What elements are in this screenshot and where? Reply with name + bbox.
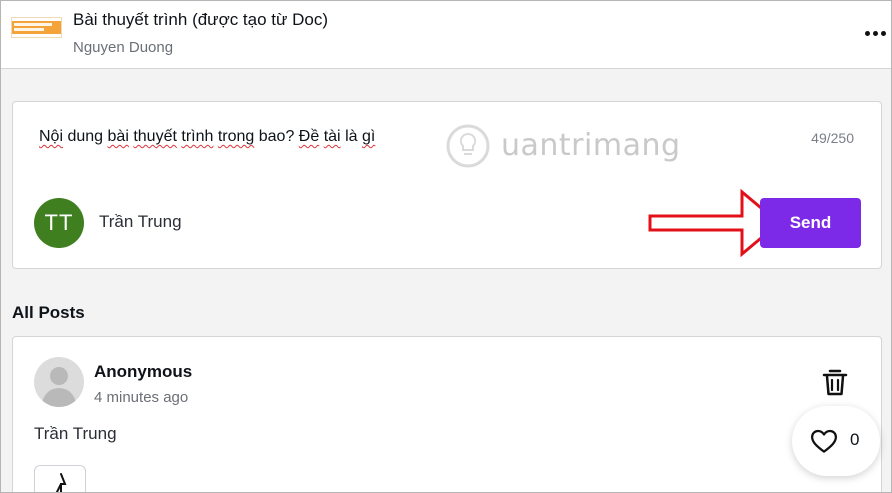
anonymous-avatar-icon [34,357,84,407]
avatar-body [42,388,76,407]
more-horizontal-icon [864,30,870,36]
comment-word: bài [107,128,129,145]
like-count: 0 [850,430,860,449]
post-author: Anonymous [94,362,193,381]
more-horizontal-icon [872,30,878,36]
comment-word: trình [181,128,214,145]
more-horizontal-icon [880,30,886,36]
thumbnail-line [14,23,52,26]
user-name: Trần Trung [99,212,182,231]
trash-icon[interactable] [821,367,849,397]
comment-word: dung [67,128,104,145]
post-card: Anonymous 4 minutes ago Trần Trung [12,336,882,492]
comment-word: Đề [298,128,320,145]
reaction-icon [55,473,67,492]
comment-word: gì [361,128,376,145]
heart-icon [811,429,837,453]
comment-composer: Nội dung bài thuyết trình trong bao? Đề … [12,101,882,269]
all-posts-heading: All Posts [12,303,85,322]
header: Bài thuyết trình (được tạo từ Doc) Nguye… [1,1,891,69]
add-reaction-button[interactable] [34,465,86,492]
comment-word: tài [323,128,341,145]
owner-name: Nguyen Duong [73,39,174,56]
watermark-text: uantrimang [501,128,681,163]
app-frame: Bài thuyết trình (được tạo từ Doc) Nguye… [0,0,892,493]
comment-input[interactable]: Nội dung bài thuyết trình trong bao? Đề … [39,128,375,146]
document-thumbnail[interactable] [11,17,62,38]
user-avatar: TT [34,198,84,248]
character-counter: 49/250 [811,130,854,146]
comment-word: là [345,128,358,145]
comment-word: Nội [39,128,64,145]
page-title: Bài thuyết trình (được tạo từ Doc) [73,10,329,29]
comment-word: thuyết [133,128,177,145]
post-body: Trần Trung [34,424,117,443]
more-options-button[interactable] [861,23,889,43]
thumbnail-line [14,28,44,31]
avatar-head [50,367,68,385]
like-button[interactable]: 0 [792,406,880,476]
comment-word: trong [217,128,255,145]
post-timestamp: 4 minutes ago [94,389,189,406]
comment-space: bao? [254,128,299,145]
send-button[interactable]: Send [760,198,861,248]
